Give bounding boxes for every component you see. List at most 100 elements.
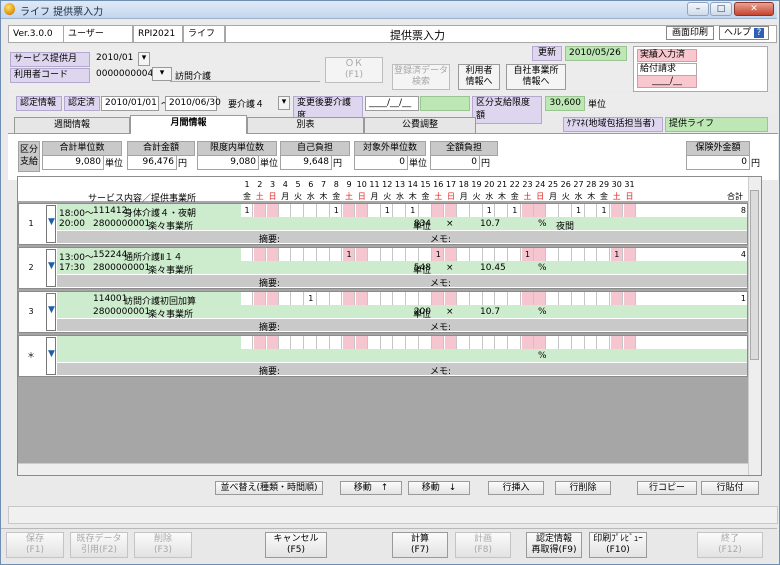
day-cell[interactable] — [253, 292, 266, 305]
day-cell[interactable] — [534, 292, 547, 305]
day-cell[interactable] — [559, 204, 572, 217]
day-cell[interactable] — [304, 204, 317, 217]
day-cell[interactable] — [292, 336, 304, 349]
day-cell[interactable] — [394, 204, 406, 217]
day-cell[interactable] — [598, 248, 610, 261]
day-cell[interactable] — [419, 204, 432, 217]
row-action-button[interactable]: 行挿入 — [488, 481, 544, 495]
day-cell[interactable] — [394, 292, 406, 305]
day-cell[interactable] — [445, 204, 457, 217]
day-cell[interactable] — [406, 248, 419, 261]
day-cell[interactable] — [496, 204, 508, 217]
day-cell[interactable] — [470, 292, 483, 305]
horizontal-scrollbar[interactable] — [18, 463, 748, 475]
day-cell[interactable] — [559, 248, 572, 261]
day-cell[interactable] — [292, 204, 304, 217]
day-cell[interactable] — [559, 292, 572, 305]
day-cell[interactable] — [330, 292, 343, 305]
scrollbar-thumb[interactable] — [750, 190, 759, 360]
day-cell[interactable] — [585, 248, 598, 261]
day-cell[interactable] — [470, 336, 483, 349]
function-key-button[interactable]: 計算 (F7) — [392, 532, 448, 558]
day-cell[interactable] — [355, 336, 368, 349]
day-cell[interactable] — [368, 292, 381, 305]
row-action-button[interactable]: 行コピー — [637, 481, 697, 495]
row-action-button[interactable]: 並べ替え(種類・時間順) — [215, 481, 323, 495]
service-month-value[interactable]: 2010/01 — [96, 53, 133, 63]
row-expand-icon[interactable]: ▼ — [48, 305, 55, 315]
day-cell[interactable] — [496, 292, 508, 305]
registered-search-button[interactable]: 登録済データ 検索 — [392, 64, 450, 90]
day-cell[interactable] — [547, 204, 559, 217]
day-cell[interactable] — [406, 292, 419, 305]
day-cell[interactable] — [266, 248, 279, 261]
minimize-button[interactable]: – — [687, 2, 709, 16]
row-action-button[interactable]: 行削除 — [555, 481, 611, 495]
function-key-button[interactable]: 既存データ 引用(F2) — [70, 532, 128, 558]
function-key-button[interactable]: 削除 (F3) — [134, 532, 192, 558]
day-cell[interactable] — [406, 336, 419, 349]
function-key-button[interactable]: 終了 (F12) — [697, 532, 763, 558]
row-expand-icon[interactable]: ▼ — [48, 261, 55, 271]
day-cell[interactable] — [304, 336, 317, 349]
day-cell[interactable] — [381, 292, 394, 305]
day-cell[interactable] — [317, 336, 330, 349]
tab-public-adjust[interactable]: 公費調整 — [364, 117, 476, 134]
day-cell[interactable] — [457, 248, 470, 261]
row-action-button[interactable]: 行貼付 — [701, 481, 759, 495]
day-cell[interactable] — [623, 336, 636, 349]
day-cell[interactable] — [432, 336, 445, 349]
day-cell[interactable] — [547, 248, 559, 261]
day-cell[interactable] — [445, 248, 457, 261]
day-cell[interactable] — [241, 292, 253, 305]
day-cell[interactable] — [483, 292, 496, 305]
day-cell[interactable] — [292, 248, 304, 261]
day-cell[interactable] — [317, 248, 330, 261]
day-cell[interactable] — [368, 204, 381, 217]
day-cell[interactable] — [445, 292, 457, 305]
day-cell[interactable] — [572, 248, 585, 261]
day-cell[interactable] — [534, 336, 547, 349]
row-expand-icon[interactable]: ▼ — [48, 217, 55, 227]
day-cell[interactable] — [432, 292, 445, 305]
day-cell[interactable] — [317, 204, 330, 217]
tab-monthly[interactable]: 月間情報 — [130, 115, 247, 134]
user-info-button[interactable]: 利用者 情報へ — [458, 64, 500, 90]
day-cell[interactable] — [317, 292, 330, 305]
day-cell[interactable] — [457, 204, 470, 217]
day-cell[interactable] — [419, 248, 432, 261]
day-cell[interactable] — [279, 336, 292, 349]
day-cell[interactable] — [292, 292, 304, 305]
day-cell[interactable] — [496, 336, 508, 349]
day-cell[interactable] — [355, 248, 368, 261]
day-cell[interactable] — [394, 248, 406, 261]
day-cell[interactable] — [623, 292, 636, 305]
user-dropdown-button[interactable]: ▾ — [152, 67, 172, 81]
day-cell[interactable] — [343, 292, 355, 305]
day-cell[interactable] — [419, 292, 432, 305]
day-cell[interactable] — [610, 204, 623, 217]
function-key-button[interactable]: 計画 (F8) — [455, 532, 511, 558]
day-cell[interactable] — [623, 248, 636, 261]
day-cell[interactable] — [457, 336, 470, 349]
day-cell[interactable] — [266, 336, 279, 349]
day-cell[interactable] — [266, 292, 279, 305]
row-action-button[interactable]: 移動 ↓ — [408, 481, 470, 495]
day-cell[interactable] — [355, 204, 368, 217]
function-key-button[interactable]: 印刷ﾌﾟﾚﾋﾞｭｰ (F10) — [589, 532, 647, 558]
company-info-button[interactable]: 自社事業所 情報へ — [506, 64, 566, 90]
day-cell[interactable] — [279, 204, 292, 217]
day-cell[interactable] — [419, 336, 432, 349]
tab-weekly[interactable]: 週間情報 — [14, 117, 130, 134]
maximize-button[interactable]: □ — [710, 2, 732, 16]
tab-appendix[interactable]: 別表 — [247, 117, 364, 134]
day-cell[interactable] — [279, 292, 292, 305]
day-cell[interactable] — [547, 292, 559, 305]
day-cell[interactable] — [496, 248, 508, 261]
day-cell[interactable] — [559, 336, 572, 349]
ok-button[interactable]: ＯＫ (F1) — [325, 57, 383, 83]
day-cell[interactable] — [432, 204, 445, 217]
day-cell[interactable] — [355, 292, 368, 305]
day-cell[interactable] — [266, 204, 279, 217]
changed-level-field[interactable]: ____/__/__ — [365, 96, 419, 111]
